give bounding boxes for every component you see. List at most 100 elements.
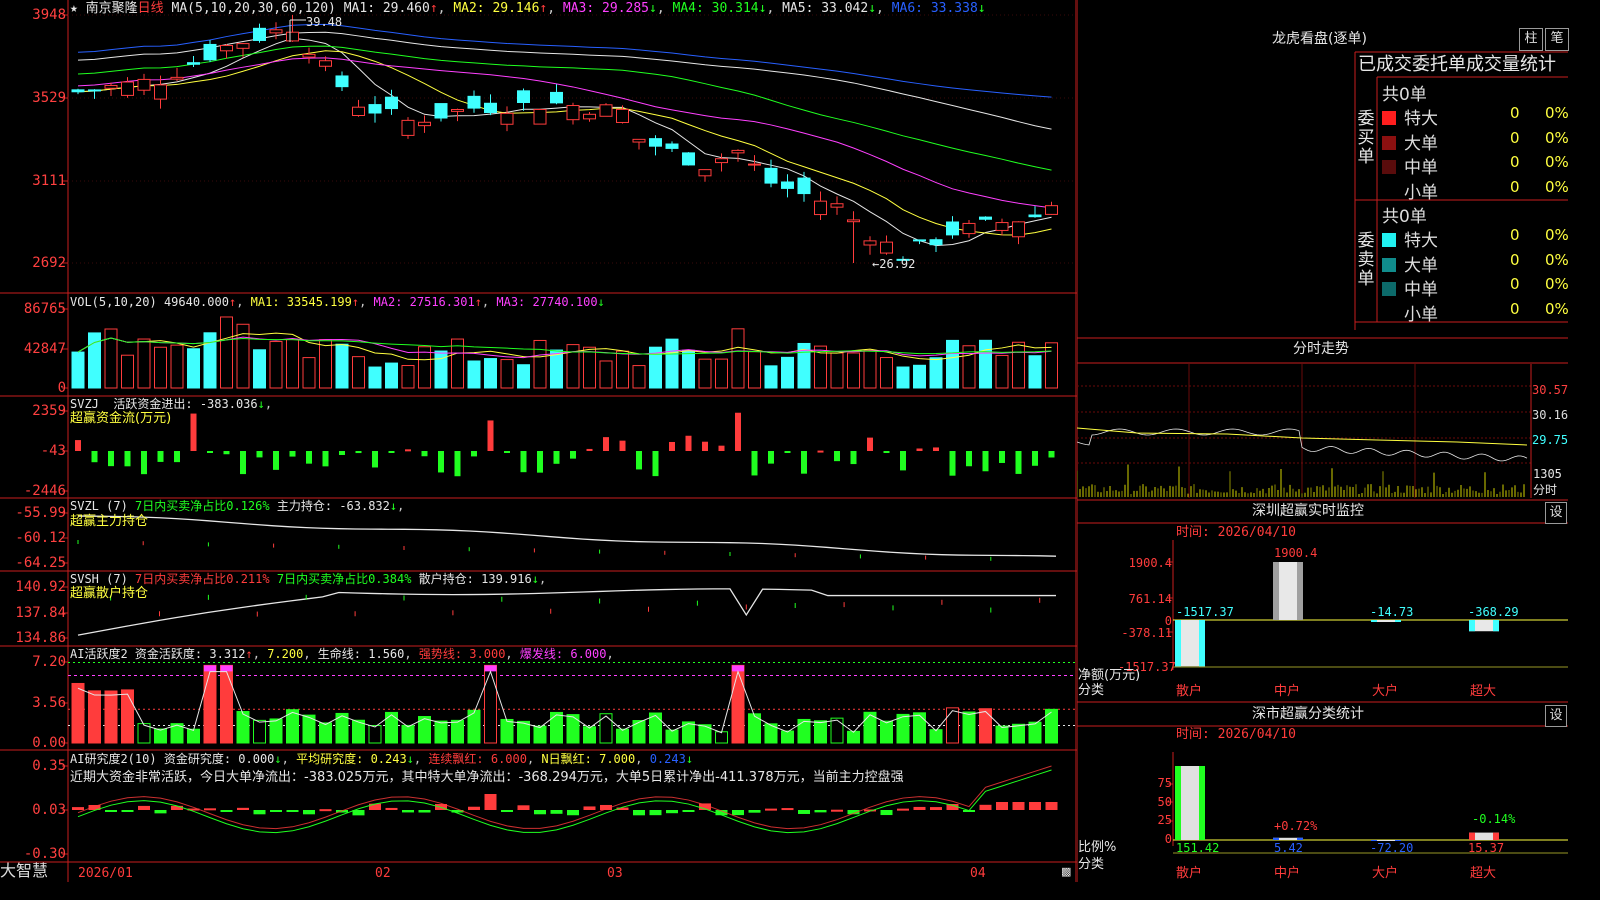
x-axis-label: 02 (375, 866, 391, 881)
buy-total: 共0单 (1382, 85, 1427, 105)
svzj-bar (999, 451, 1005, 463)
candle (731, 149, 745, 154)
volume-bar (187, 348, 200, 389)
research-bar (649, 810, 662, 816)
svzj-axis-tick: -2446 (23, 483, 66, 499)
activity-burst-cap (220, 665, 233, 672)
ai2-panel-header: AI研究度2(10) 资金研究度: 0.000↓, 平均研究度: 0.243↓,… (70, 752, 694, 766)
research-bar (1012, 802, 1025, 810)
research-bar (418, 810, 431, 813)
svzj-bar (603, 437, 609, 451)
volume-bar (1012, 341, 1025, 389)
volume-bar (500, 359, 514, 389)
main-chart-canvas[interactable] (0, 0, 1077, 882)
svzl-subtitle: 超赢主力持仓 (70, 514, 149, 529)
candle (88, 89, 101, 92)
row-percent: 0% (1545, 128, 1569, 147)
research-bar (930, 807, 942, 810)
volume-bar (583, 346, 596, 389)
candle (484, 102, 497, 114)
research-bar (781, 808, 794, 811)
svzj-bar (157, 451, 164, 462)
candle (187, 62, 200, 65)
row-count: 0 (1510, 153, 1520, 171)
candle (583, 113, 596, 120)
row-count: 0 (1510, 250, 1520, 269)
svsh-axis-tick: 134.86 (15, 630, 66, 646)
row-label: 小单 (1404, 304, 1438, 325)
ma-line-2 (77, 50, 1052, 236)
row-label: 大单 (1404, 255, 1438, 276)
svsh-panel-header: SVSH (7) 7日内买卖净占比0.211% 7日内买卖净占比0.384% 散… (70, 572, 547, 586)
research-bar (534, 810, 546, 815)
sz-monitor-bar-edge (1493, 620, 1499, 632)
ma-line-3 (77, 57, 1052, 209)
tick-mode-button[interactable]: 笔 (1545, 28, 1569, 51)
volume-bar (748, 351, 761, 389)
candle (748, 163, 761, 166)
svzj-bar (339, 451, 345, 455)
bar-mode-button[interactable]: 柱 (1519, 28, 1543, 51)
activity-bar (814, 720, 827, 744)
svzj-bar (75, 440, 81, 451)
candle (814, 200, 827, 216)
candle (830, 203, 844, 208)
sz-class-cat: 大户 (1372, 866, 1399, 881)
buy-orders-vertical: 委买单 (1357, 109, 1375, 167)
row-label: 特大 (1404, 231, 1438, 251)
svzj-bar (141, 451, 147, 475)
row-count: 0 (1510, 275, 1520, 293)
research-bar (831, 809, 843, 812)
activity-bar (731, 664, 745, 744)
sz-class-settings-button[interactable]: 设 (1545, 705, 1567, 727)
ai2-comment: 近期大资金非常活跃，今日大单净流出：-383.025万元，其中特大单净流出：-3… (70, 770, 904, 785)
star-icon[interactable]: ★ (70, 1, 78, 16)
sz-monitor-settings-button[interactable]: 设 (1545, 502, 1567, 524)
research-bar (880, 810, 893, 816)
research-bar (72, 807, 84, 810)
sz-monitor-title: 深圳超赢实时监控 (1252, 503, 1364, 519)
intraday-vol-label: 1305 (1533, 467, 1562, 481)
volume-bar (682, 349, 695, 389)
row-count: 0 (1510, 226, 1520, 244)
svzj-bar (784, 451, 791, 453)
candle (170, 76, 184, 80)
volume-bar (121, 354, 134, 389)
volume-bar (401, 365, 415, 389)
activity-bar (566, 714, 580, 744)
svsh-axis-tick: 137.84 (15, 605, 66, 621)
sz-class-cat: 中户 (1274, 866, 1301, 881)
volume-bar (665, 338, 679, 389)
sell-row-1: 大单 0 0% (1382, 250, 1569, 276)
candle (1028, 214, 1042, 218)
svsh-axis-tick: 140.92 (15, 579, 66, 595)
x-axis-label: 2026/01 (78, 866, 133, 881)
svzj-bar (355, 451, 362, 454)
candle (632, 138, 646, 143)
activity-bar (1028, 721, 1042, 744)
sz-monitor-cat: 超大 (1470, 684, 1497, 699)
svzl-axis-tick: -60.12 (15, 530, 66, 546)
sz-class-ytick: 75 (1157, 776, 1172, 790)
volume-bar (1045, 342, 1058, 389)
volume-bar (352, 356, 365, 389)
svzj-bar (982, 451, 989, 472)
volume-bar (517, 364, 530, 389)
period-label[interactable]: 日线 (138, 1, 164, 16)
candle (319, 60, 332, 67)
row-label: 中单 (1404, 158, 1438, 178)
svzj-bar (289, 451, 296, 457)
main-panel-header: ★ 南京聚隆日线 MA(5,10,20,30,60,120) MA1: 29.4… (70, 1, 986, 16)
candle (913, 239, 926, 242)
svzl-axis-tick: -64.25 (15, 555, 66, 571)
sz-monitor-value: 1900.4 (1274, 546, 1318, 560)
svzj-bar (1048, 451, 1055, 458)
candle (599, 104, 613, 117)
activity-bar (995, 725, 1009, 744)
sell-row-0: 特大 0 0% (1382, 226, 1569, 251)
activity-bar (71, 682, 85, 744)
sz-class-bar-edge (1175, 766, 1181, 840)
lock-icon[interactable]: ▩ (1061, 864, 1071, 879)
svsh-subtitle: 超赢散户持仓 (70, 586, 149, 601)
activity-bar (434, 720, 448, 744)
